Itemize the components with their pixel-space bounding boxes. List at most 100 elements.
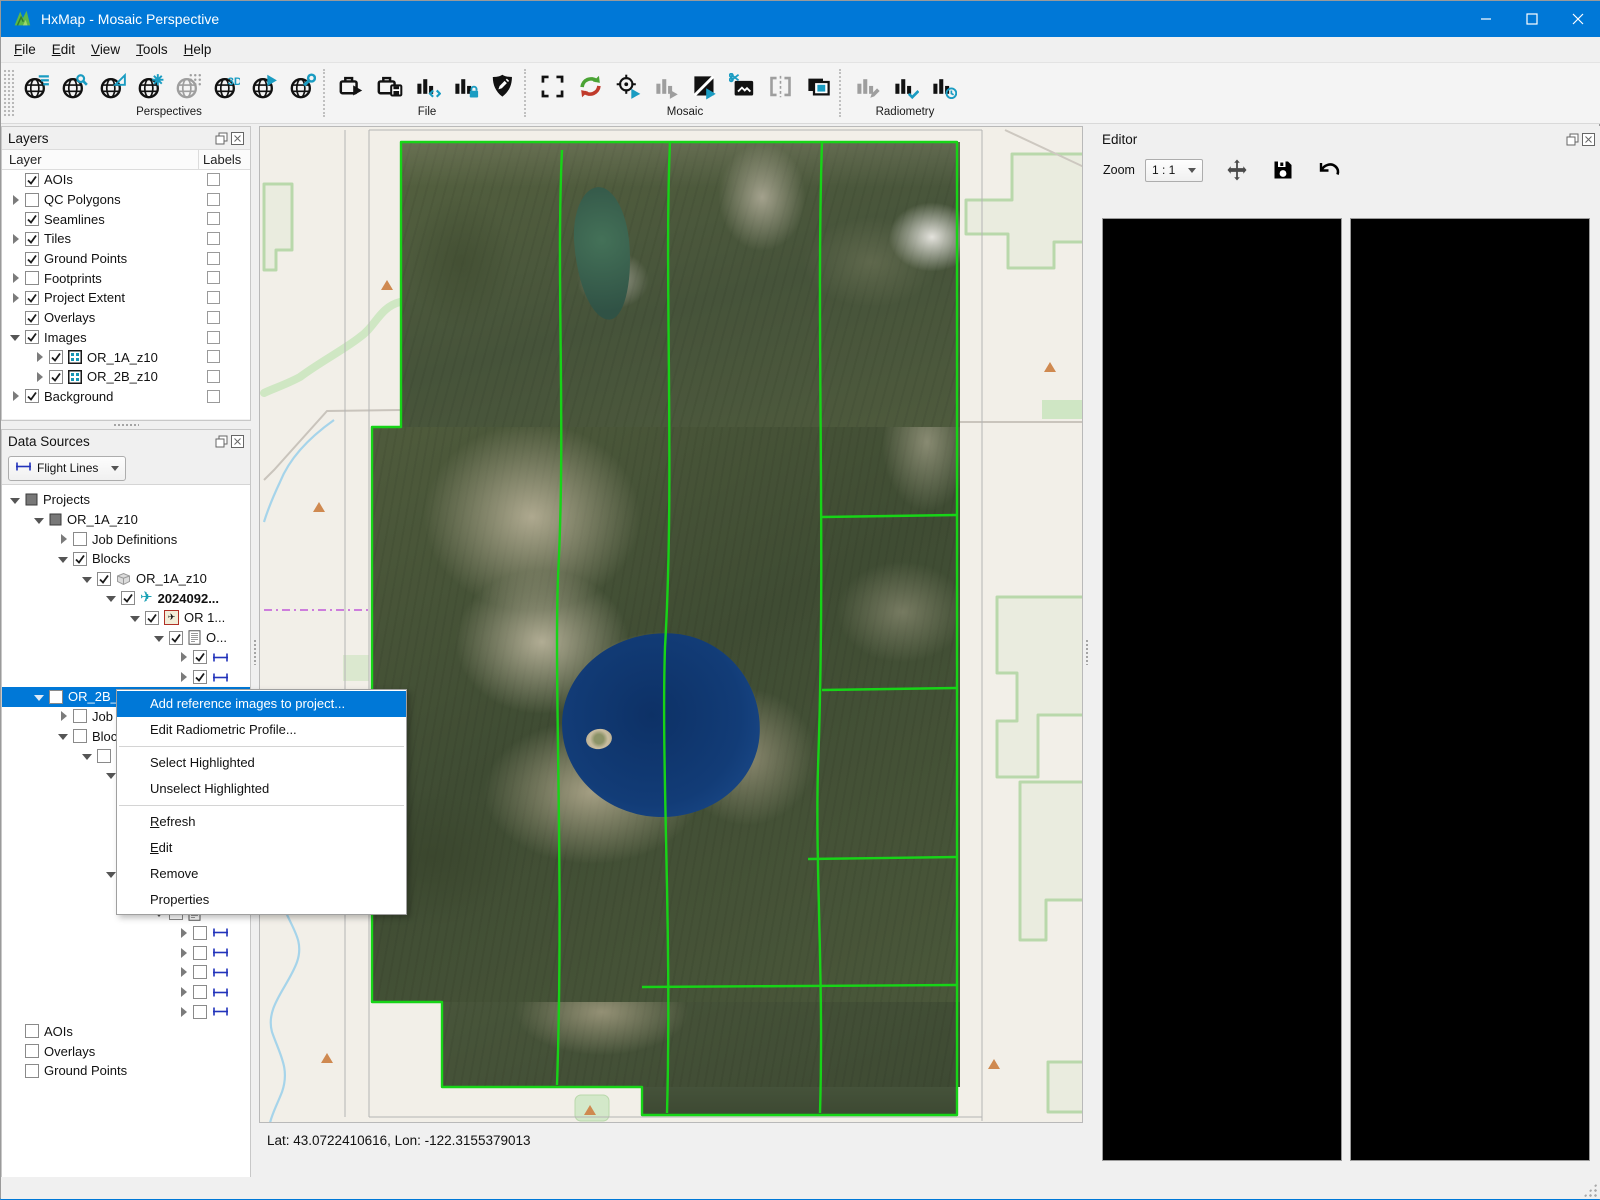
menu-view[interactable]: View xyxy=(83,39,128,60)
tree-row[interactable] xyxy=(2,648,250,668)
context-menu-item-refresh[interactable]: Refresh xyxy=(117,809,406,835)
expander-expanded-icon[interactable] xyxy=(82,750,94,762)
radiometry-history-icon[interactable] xyxy=(924,67,962,105)
expander-collapsed-icon[interactable] xyxy=(178,947,190,959)
menu-help[interactable]: Help xyxy=(176,39,220,60)
perspective-run-icon[interactable] xyxy=(245,67,283,105)
editor-image-view-left[interactable] xyxy=(1102,218,1342,1161)
tree-row[interactable]: OR_1A_z10 xyxy=(2,569,250,589)
perspective-3d-icon[interactable]: 3D xyxy=(207,67,245,105)
context-menu-item-remove[interactable]: Remove xyxy=(117,861,406,887)
layer-row[interactable]: Overlays xyxy=(2,308,250,328)
undo-icon[interactable] xyxy=(1317,158,1341,182)
editor-image-view-right[interactable] xyxy=(1350,218,1590,1161)
tree-row[interactable]: Projects xyxy=(2,490,250,510)
expander-collapsed-icon[interactable] xyxy=(10,272,22,284)
checkbox[interactable] xyxy=(25,291,39,305)
checkbox[interactable] xyxy=(73,532,87,546)
statistics-export-icon[interactable] xyxy=(408,67,446,105)
labels-checkbox[interactable] xyxy=(207,252,220,265)
checkbox[interactable] xyxy=(25,173,39,187)
expander-expanded-icon[interactable] xyxy=(10,331,22,343)
checkbox[interactable] xyxy=(25,232,39,246)
tree-row[interactable] xyxy=(2,1002,250,1022)
checkbox[interactable] xyxy=(25,1044,39,1058)
layer-row[interactable]: QC Polygons xyxy=(2,190,250,210)
layer-row[interactable]: Footprints xyxy=(2,268,250,288)
checkbox[interactable] xyxy=(49,350,63,364)
layer-row[interactable]: Images xyxy=(2,328,250,348)
expander-collapsed-icon[interactable] xyxy=(10,194,22,206)
checkbox[interactable] xyxy=(49,690,63,704)
expander-expanded-icon[interactable] xyxy=(130,612,142,624)
left-map-splitter[interactable] xyxy=(251,126,259,1177)
save-job-icon[interactable] xyxy=(370,67,408,105)
close-button[interactable] xyxy=(1555,1,1600,37)
checkbox[interactable] xyxy=(193,985,207,999)
labels-checkbox[interactable] xyxy=(207,271,220,284)
expander-collapsed-icon[interactable] xyxy=(34,351,46,363)
checkbox[interactable] xyxy=(25,311,39,325)
labels-checkbox[interactable] xyxy=(207,390,220,403)
context-menu-item-add-reference-images-to-project[interactable]: Add reference images to project... xyxy=(117,691,406,717)
perspective-search-icon[interactable] xyxy=(55,67,93,105)
expander-expanded-icon[interactable] xyxy=(34,514,46,526)
checkbox[interactable] xyxy=(25,193,39,207)
checkbox[interactable] xyxy=(73,552,87,566)
checkbox[interactable] xyxy=(25,330,39,344)
layer-row[interactable]: Project Extent xyxy=(2,288,250,308)
expander-collapsed-icon[interactable] xyxy=(10,292,22,304)
seed-point-run-icon[interactable] xyxy=(609,67,647,105)
minimize-button[interactable] xyxy=(1463,1,1509,37)
close-panel-icon[interactable] xyxy=(231,132,244,145)
tree-row[interactable]: Job Definitions xyxy=(2,529,250,549)
expander-collapsed-icon[interactable] xyxy=(178,986,190,998)
seamline-cut-icon[interactable] xyxy=(723,67,761,105)
context-menu-item-edit[interactable]: Edit xyxy=(117,835,406,861)
layer-row[interactable]: OR_2B_z10 xyxy=(2,367,250,387)
labels-checkbox[interactable] xyxy=(207,370,220,383)
expander-expanded-icon[interactable] xyxy=(82,573,94,585)
labels-checkbox[interactable] xyxy=(207,311,220,324)
checkbox[interactable] xyxy=(97,572,111,586)
tree-row[interactable] xyxy=(2,982,250,1002)
checkbox[interactable] xyxy=(193,946,207,960)
checkbox[interactable] xyxy=(73,709,87,723)
checkbox[interactable] xyxy=(121,591,135,605)
expander-collapsed-icon[interactable] xyxy=(58,533,70,545)
tree-row[interactable]: OR_1A_z10 xyxy=(2,510,250,530)
float-panel-icon[interactable] xyxy=(215,435,228,448)
checkbox[interactable] xyxy=(25,271,39,285)
layer-row[interactable]: Ground Points xyxy=(2,249,250,269)
tree-row[interactable]: Ground Points xyxy=(2,1061,250,1081)
labels-checkbox[interactable] xyxy=(207,291,220,304)
tree-row[interactable] xyxy=(2,943,250,963)
labels-checkbox[interactable] xyxy=(207,331,220,344)
expander-expanded-icon[interactable] xyxy=(58,730,70,742)
context-menu-item-unselect-highlighted[interactable]: Unselect Highlighted xyxy=(117,776,406,802)
expander-expanded-icon[interactable] xyxy=(154,632,166,644)
checkbox[interactable] xyxy=(25,252,39,266)
checkbox[interactable] xyxy=(49,370,63,384)
checkbox[interactable] xyxy=(25,1024,39,1038)
checkbox[interactable] xyxy=(193,650,207,664)
menu-edit[interactable]: Edit xyxy=(44,39,83,60)
tree-row[interactable]: O... xyxy=(2,628,250,648)
expander-collapsed-icon[interactable] xyxy=(10,390,22,402)
expander-collapsed-icon[interactable] xyxy=(178,966,190,978)
perspective-flightlines-icon[interactable] xyxy=(17,67,55,105)
labels-checkbox[interactable] xyxy=(207,350,220,363)
menu-tools[interactable]: Tools xyxy=(128,39,176,60)
expander-collapsed-icon[interactable] xyxy=(34,371,46,383)
checkbox[interactable] xyxy=(145,611,159,625)
resize-grip[interactable] xyxy=(1583,1183,1597,1197)
labels-checkbox[interactable] xyxy=(207,193,220,206)
tree-row[interactable]: ✈OR 1... xyxy=(2,608,250,628)
checkbox[interactable] xyxy=(193,1005,207,1019)
float-panel-icon[interactable] xyxy=(215,132,228,145)
layer-row[interactable]: Background xyxy=(2,387,250,407)
tree-row[interactable]: Blocks xyxy=(2,549,250,569)
labels-checkbox[interactable] xyxy=(207,232,220,245)
checkbox[interactable] xyxy=(25,1064,39,1078)
expander-expanded-icon[interactable] xyxy=(10,494,22,506)
